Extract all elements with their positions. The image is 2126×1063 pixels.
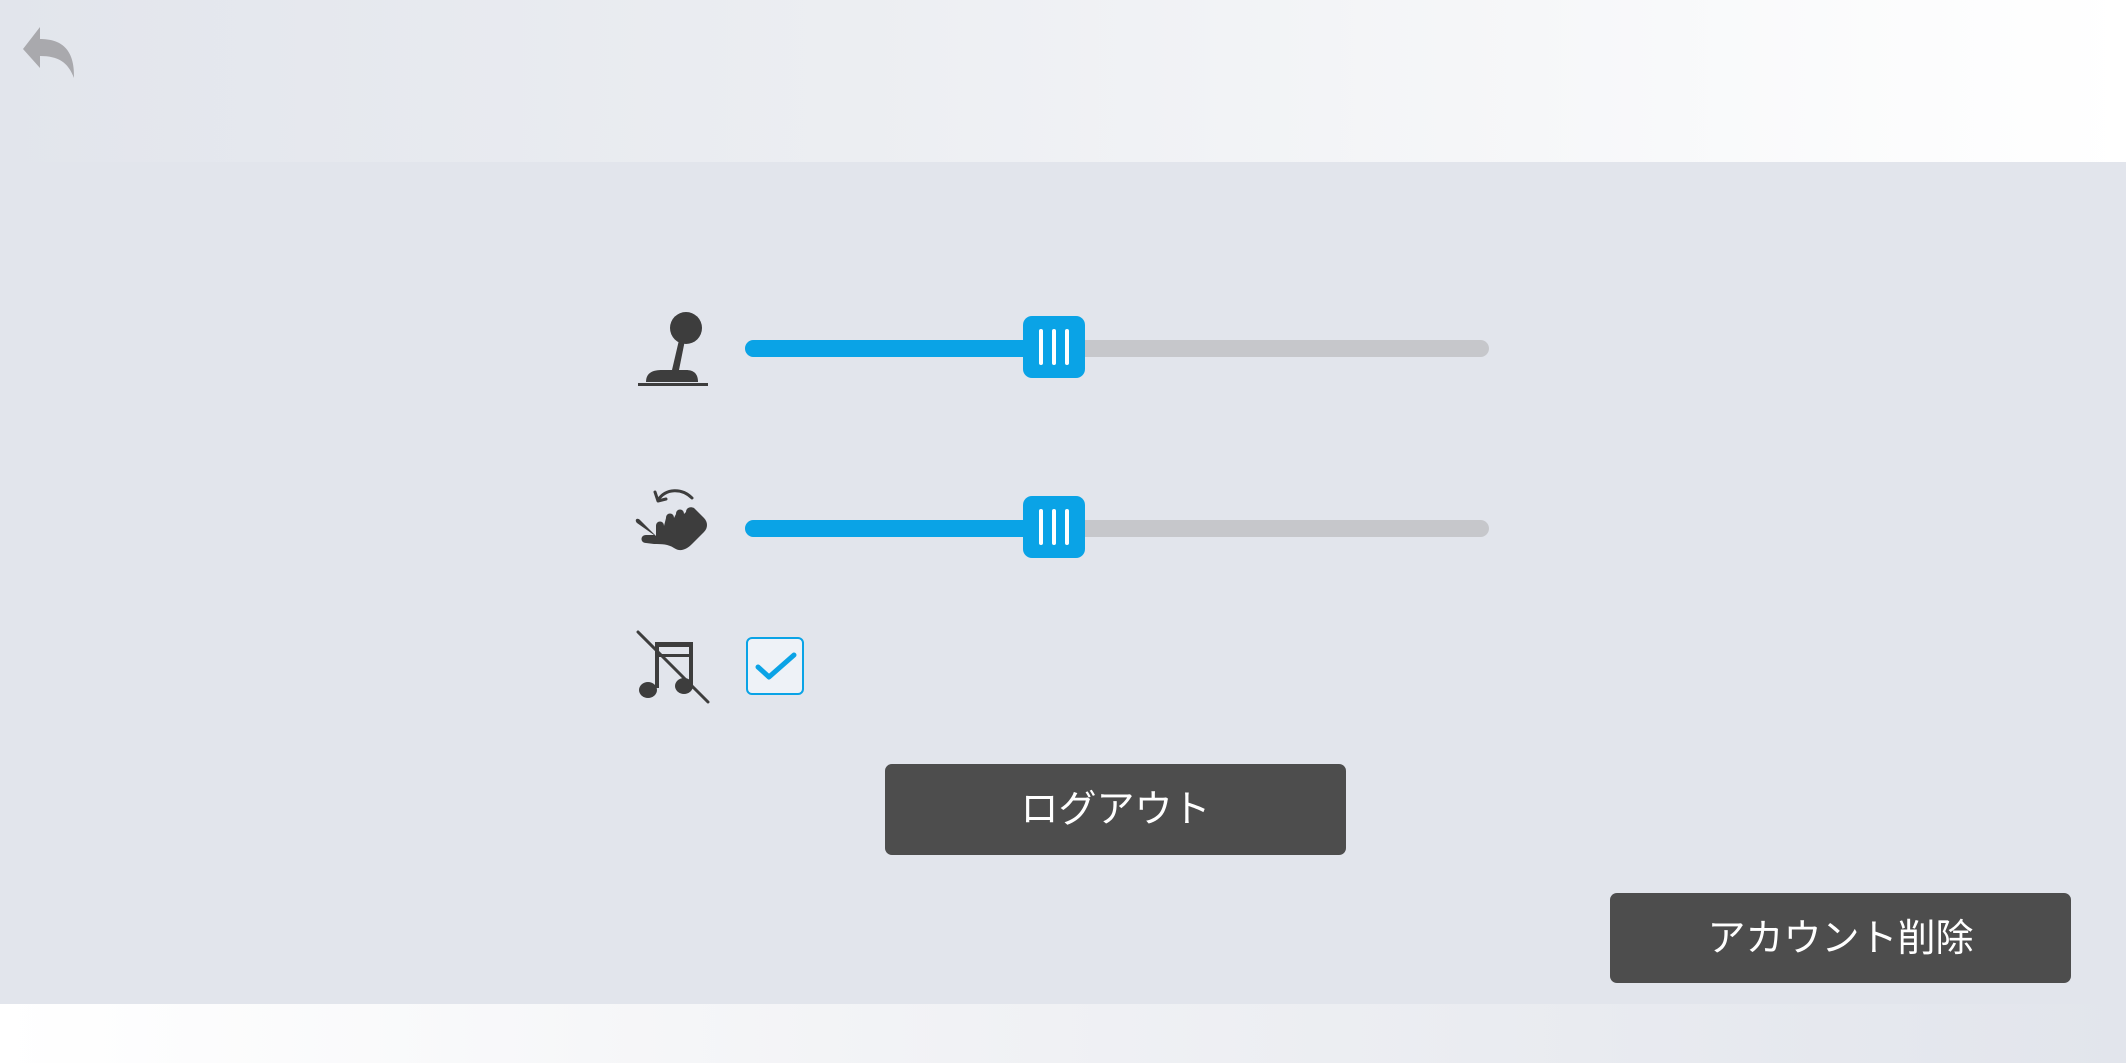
swipe-sensitivity-slider[interactable] [745,496,1489,560]
footer-band [0,1004,2126,1063]
stick-sensitivity-slider[interactable] [745,316,1489,380]
logout-button[interactable]: ログアウト [885,764,1346,855]
joystick-icon [634,310,714,390]
music-off-checkbox[interactable] [746,637,804,695]
delete-account-button[interactable]: アカウント削除 [1610,893,2071,983]
grip-line [1064,509,1069,545]
grip-line [1051,329,1056,365]
grip-line [1038,329,1043,365]
header-band [0,0,2126,162]
slider-fill [745,520,1054,537]
music-off-icon [634,628,714,708]
grip-line [1038,509,1043,545]
checkmark-icon [755,652,797,680]
slider-thumb[interactable] [1022,316,1085,378]
back-button[interactable] [20,22,78,80]
slider-fill [745,340,1054,357]
grip-line [1064,329,1069,365]
swipe-gesture-icon [634,486,714,566]
grip-line [1051,509,1056,545]
slider-thumb[interactable] [1022,496,1085,558]
back-arrow-icon [23,27,75,78]
settings-screen: ログアウト アカウント削除 [0,0,2126,1063]
